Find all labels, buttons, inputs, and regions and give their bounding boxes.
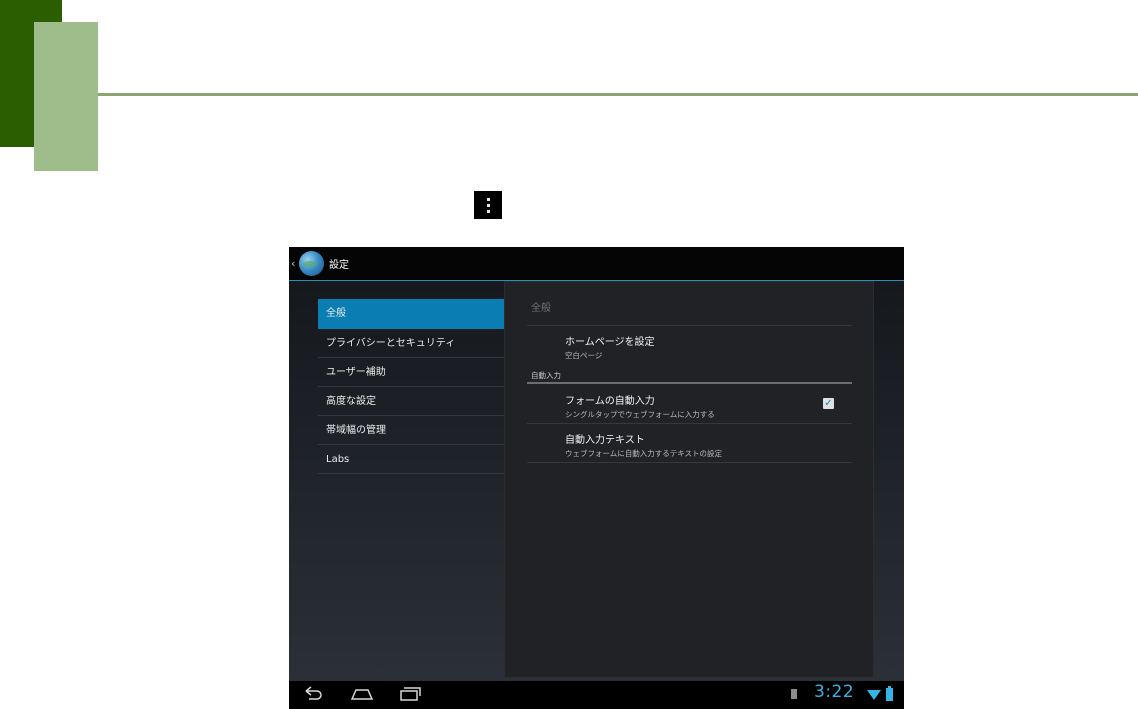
wifi-icon [867, 690, 881, 700]
system-nav-bar: 3:22 [289, 681, 904, 709]
header-item-general[interactable]: 全般 [318, 299, 504, 329]
sd-card-icon [791, 689, 797, 699]
divider [527, 325, 852, 326]
pref-title: 自動入力テキスト [565, 435, 645, 446]
pref-form-autofill[interactable]: フォームの自動入力 シングルタップでウェブフォームに入力する [565, 392, 715, 420]
battery-icon [886, 686, 893, 701]
recent-apps-icon[interactable] [399, 686, 421, 706]
category-divider [527, 382, 852, 384]
action-bar: ‹ 設定 [289, 247, 904, 281]
status-clock: 3:22 [814, 682, 855, 702]
pref-homepage[interactable]: ホームページを設定 空白ページ [565, 333, 655, 361]
slide-title-underline [98, 93, 1138, 96]
pref-title: フォームの自動入力 [565, 396, 655, 407]
detail-title: 全般 [531, 303, 551, 314]
pref-summary: シングルタップでウェブフォームに入力する [565, 410, 715, 419]
up-caret-icon[interactable]: ‹ [291, 257, 299, 270]
action-bar-title: 設定 [329, 260, 349, 271]
divider [527, 423, 852, 424]
settings-content: 全般 プライバシーとセキュリティ ユーザー補助 高度な設定 帯域幅の管理 Lab… [289, 281, 904, 681]
header-item-labs[interactable]: Labs [318, 445, 504, 474]
header-item-bandwidth[interactable]: 帯域幅の管理 [318, 416, 504, 445]
settings-header-list: 全般 プライバシーとセキュリティ ユーザー補助 高度な設定 帯域幅の管理 Lab… [318, 299, 504, 474]
header-item-advanced[interactable]: 高度な設定 [318, 387, 504, 416]
browser-globe-icon[interactable] [299, 251, 324, 276]
slide-light-block [34, 22, 98, 171]
header-item-accessibility[interactable]: ユーザー補助 [318, 358, 504, 387]
divider [527, 462, 852, 463]
form-autofill-checkbox[interactable]: ✓ [823, 398, 834, 409]
settings-detail-pane: 全般 ホームページを設定 空白ページ 自動入力 フォームの自動入力 シングルタッ… [504, 281, 874, 678]
header-item-privacy-security[interactable]: プライバシーとセキュリティ [318, 329, 504, 358]
category-autofill: 自動入力 [531, 371, 561, 380]
back-icon[interactable] [303, 686, 323, 706]
overflow-menu-icon [474, 191, 502, 219]
pref-summary: ウェブフォームに自動入力するテキストの設定 [565, 449, 723, 458]
home-icon[interactable] [350, 686, 374, 706]
pref-summary: 空白ページ [565, 351, 603, 360]
pref-autofill-text[interactable]: 自動入力テキスト ウェブフォームに自動入力するテキストの設定 [565, 431, 722, 459]
android-settings-screen: ‹ 設定 全般 プライバシーとセキュリティ ユーザー補助 高度な設定 帯域幅の管… [289, 247, 904, 709]
pref-title: ホームページを設定 [565, 337, 655, 348]
